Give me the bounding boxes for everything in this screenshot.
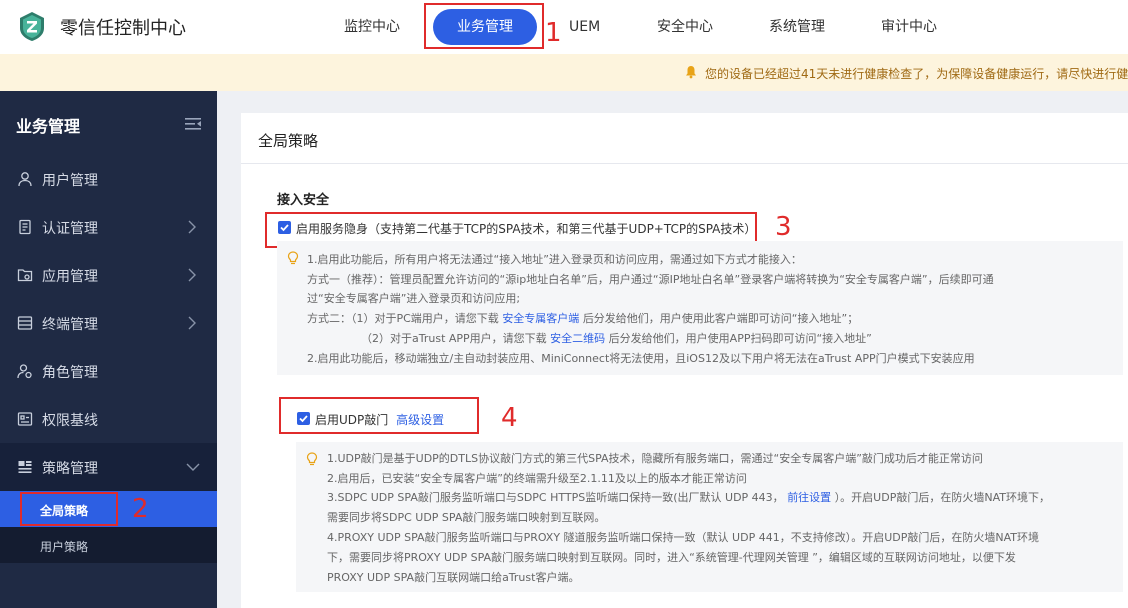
chevron-right-icon <box>188 316 196 330</box>
sidebar-title: 业务管理 <box>16 117 81 136</box>
lightbulb-icon <box>306 452 318 466</box>
udp-knock-tips: 1.UDP敲门是基于UDP的DTLS协议敲门方式的第三代SPA技术，隐藏所有服务… <box>296 442 1123 592</box>
download-qrcode-link[interactable]: 安全二维码 <box>550 332 605 345</box>
sidebar-item-label: 认证管理 <box>42 221 98 237</box>
tip-line: 方式一（推荐）：管理员配置允许访问的“源ip地址白名单”后，用户通过“源IP地址… <box>307 273 994 286</box>
sidebar-item-permission-baseline[interactable]: 权限基线 <box>0 395 217 443</box>
sidebar-item-app-management[interactable]: 应用管理 <box>0 251 217 299</box>
annotation-box-2 <box>20 492 118 526</box>
chevron-right-icon <box>188 220 196 234</box>
bell-icon <box>686 66 696 79</box>
nav-security-center[interactable]: 安全中心 <box>657 0 713 54</box>
health-check-notice: 您的设备已经超过41天未进行健康检查了，为保障设备健康运行，请尽快进行健康检查 <box>0 54 1128 91</box>
sidebar-item-user-management[interactable]: 用户管理 <box>0 155 217 203</box>
nav-uem[interactable]: UEM <box>569 0 600 54</box>
tip-line: 3.SDPC UDP SPA敲门服务监听端口与SDPC HTTPS监听端口保持一… <box>327 491 1050 505</box>
tip-line: 1.启用此功能后，所有用户将无法通过“接入地址”进入登录页和访问应用，需通过如下… <box>307 253 802 266</box>
sidebar-subitem-user-policy[interactable]: 用户策略 <box>0 527 217 563</box>
annotation-number-3: 3 <box>775 212 792 242</box>
notice-text: 您的设备已经超过41天未进行健康检查了，为保障设备健康运行，请尽快进行健康检查 <box>705 67 1128 81</box>
nav-monitor-center[interactable]: 监控中心 <box>344 0 400 54</box>
zero-trust-logo-icon <box>20 12 44 41</box>
sidebar-item-label: 策略管理 <box>42 461 98 477</box>
app-title: 零信任控制中心 <box>60 18 186 39</box>
tip-line: 1.UDP敲门是基于UDP的DTLS协议敲门方式的第三代SPA技术，隐藏所有服务… <box>327 452 983 465</box>
tip-line: （2）对于aTrust APP用户，请您下载 安全二维码 后分发给他们，用户使用… <box>361 332 872 346</box>
section-title-access-security: 接入安全 <box>277 193 330 208</box>
tip-line: 下，需要同步将PROXY UDP SPA敲门服务端口映射到互联网。同时，进入“系… <box>327 551 1016 564</box>
sidebar-item-policy-management[interactable]: 策略管理 <box>0 443 217 491</box>
tip-text: 后分发给他们，用户使用此客户端即可访问“接入地址”； <box>582 312 859 325</box>
tip-text: 后分发给他们，用户使用APP扫码即可访问“接入地址” <box>608 332 872 345</box>
policy-icon <box>18 461 32 473</box>
page-title: 全局策略 <box>258 132 319 150</box>
tip-line: 需要同步将SDPC UDP SPA敲门服务端口映射到互联网。 <box>327 511 606 524</box>
sidebar-item-label: 角色管理 <box>42 365 98 381</box>
app-folder-icon <box>17 269 33 282</box>
sidebar-item-label: 用户管理 <box>42 173 98 189</box>
annotation-number-2: 2 <box>132 494 149 524</box>
tip-line: 4.PROXY UDP SPA敲门服务监听端口与PROXY 隧道服务监听端口保持… <box>327 531 1039 544</box>
tip-text: （2）对于aTrust APP用户，请您下载 <box>361 332 547 345</box>
chevron-right-icon <box>188 268 196 282</box>
sidebar: 业务管理 用户管理 认证管理 应用管理 终端管理 角色管理 权限基线 策略管理 … <box>0 91 217 608</box>
goto-settings-link[interactable]: 前往设置 <box>787 491 831 504</box>
sidebar-item-auth-management[interactable]: 认证管理 <box>0 203 217 251</box>
global-policy-card: 全局策略 接入安全 启用服务隐身（支持第二代基于TCP的SPA技术，和第三代基于… <box>241 113 1128 608</box>
role-icon <box>17 364 32 379</box>
sidebar-subitem-label: 用户策略 <box>40 540 89 554</box>
tip-line: 方式二：（1）对于PC端用户，请您下载 安全专属客户端 后分发给他们，用户使用此… <box>307 312 858 326</box>
sidebar-item-label: 终端管理 <box>42 317 98 333</box>
divider <box>241 163 1128 164</box>
baseline-icon <box>17 412 33 426</box>
lightbulb-icon <box>287 251 299 265</box>
service-hide-tips: 1.启用此功能后，所有用户将无法通过“接入地址”进入登录页和访问应用，需通过如下… <box>277 241 1123 375</box>
tip-line: 过“安全专属客户端”进入登录页和访问应用; <box>307 292 521 305</box>
annotation-number-1: 1 <box>545 18 562 48</box>
tip-line: 2.启用后，已安装“安全专属客户端”的终端需升级至2.1.11及以上的版本才能正… <box>327 472 747 485</box>
user-icon <box>18 172 32 187</box>
tip-text: 方式二：（1）对于PC端用户，请您下载 <box>307 312 499 325</box>
annotation-number-4: 4 <box>501 403 518 433</box>
annotation-box-1 <box>424 3 544 49</box>
tip-line: 2.启用此功能后，移动端独立/主自动封装应用、MiniConnect将无法使用，… <box>307 352 975 365</box>
annotation-box-4 <box>279 397 479 434</box>
nav-system-management[interactable]: 系统管理 <box>769 0 825 54</box>
sidebar-item-label: 权限基线 <box>42 413 98 429</box>
download-secure-client-link[interactable]: 安全专属客户端 <box>502 312 579 325</box>
terminal-icon <box>17 316 33 330</box>
tip-text: 3.SDPC UDP SPA敲门服务监听端口与SDPC HTTPS监听端口保持一… <box>327 491 784 504</box>
sidebar-item-terminal-management[interactable]: 终端管理 <box>0 299 217 347</box>
nav-audit-center[interactable]: 审计中心 <box>881 0 937 54</box>
top-header: 零信任控制中心 监控中心 业务管理 UEM 安全中心 系统管理 审计中心 1 <box>0 0 1128 54</box>
tip-line: PROXY UDP SPA敲门互联网端口给aTrust客户端。 <box>327 571 580 584</box>
certificate-icon <box>19 219 31 235</box>
sidebar-item-role-management[interactable]: 角色管理 <box>0 347 217 395</box>
sidebar-item-label: 应用管理 <box>42 269 98 285</box>
tip-text: ）。开启UDP敲门后，在防火墙NAT环境下， <box>834 491 1050 504</box>
collapse-menu-icon[interactable] <box>185 117 201 131</box>
chevron-down-icon <box>186 463 200 471</box>
